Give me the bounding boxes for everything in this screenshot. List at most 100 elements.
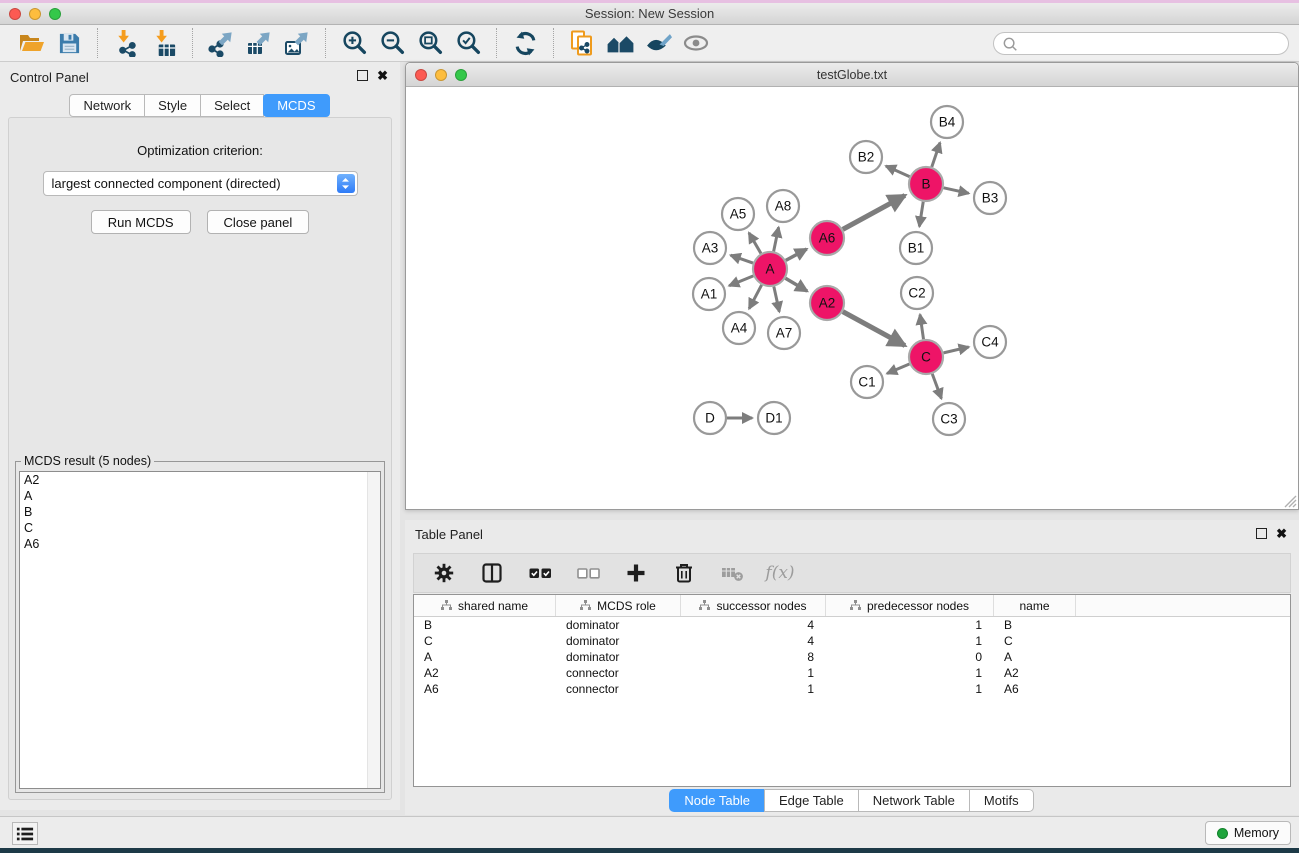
graph-node-A6[interactable]: A6: [810, 221, 844, 255]
mcds-result-item[interactable]: C: [20, 520, 380, 536]
table-row[interactable]: Cdominator41C: [414, 633, 1290, 649]
zoom-in-icon[interactable]: [337, 27, 371, 59]
hide-details-icon[interactable]: [641, 27, 675, 59]
graph-edge-A2-C[interactable]: [843, 312, 905, 346]
delete-row-icon[interactable]: [670, 559, 698, 587]
graph-edge-A-A6[interactable]: [786, 249, 807, 260]
table-tab-network-table[interactable]: Network Table: [858, 789, 970, 812]
graph-node-B2[interactable]: B2: [850, 141, 882, 173]
select-all-icon[interactable]: [526, 559, 554, 587]
column-header-successor-nodes[interactable]: successor nodes: [681, 595, 826, 616]
graph-node-A2[interactable]: A2: [810, 286, 844, 320]
network-window-titlebar[interactable]: testGlobe.txt: [406, 63, 1298, 87]
deselect-all-icon[interactable]: [574, 559, 602, 587]
export-table-icon[interactable]: [242, 27, 276, 59]
mcds-result-item[interactable]: A: [20, 488, 380, 504]
run-mcds-button[interactable]: Run MCDS: [91, 210, 191, 234]
float-panel-icon[interactable]: [357, 70, 368, 81]
graph-edge-B-B4[interactable]: [932, 143, 940, 167]
table-tab-motifs[interactable]: Motifs: [969, 789, 1034, 812]
graph-edge-A-A2[interactable]: [785, 278, 807, 291]
column-header-MCDS-role[interactable]: MCDS role: [556, 595, 681, 616]
refresh-icon[interactable]: [508, 27, 542, 59]
search-field[interactable]: [993, 32, 1289, 55]
node-table[interactable]: shared nameMCDS rolesuccessor nodesprede…: [413, 594, 1291, 787]
network-canvas[interactable]: B4 B2 B B3 A5 A8 A6 B1 A3 A A1 C2 A2 A4 A7 C4 C C1 D D1 C3: [406, 87, 1298, 509]
graph-node-D1[interactable]: D1: [758, 402, 790, 434]
tab-network[interactable]: Network: [69, 94, 145, 117]
graph-node-B1[interactable]: B1: [900, 232, 932, 264]
column-header-name[interactable]: name: [994, 595, 1076, 616]
graph-edge-C-C2[interactable]: [920, 315, 923, 340]
function-builder-icon[interactable]: f(x): [766, 559, 794, 587]
table-columns-icon[interactable]: [478, 559, 506, 587]
resize-grip[interactable]: [1284, 495, 1297, 508]
table-row[interactable]: Bdominator41B: [414, 617, 1290, 633]
zoom-selected-icon[interactable]: [451, 27, 485, 59]
graph-node-B3[interactable]: B3: [974, 182, 1006, 214]
memory-button[interactable]: Memory: [1205, 821, 1291, 845]
save-session-icon[interactable]: [52, 27, 86, 59]
table-row[interactable]: A6connector11A6: [414, 681, 1290, 697]
column-header-shared-name[interactable]: shared name: [414, 595, 556, 616]
graph-edge-A-A5[interactable]: [749, 233, 761, 254]
import-table-icon[interactable]: [147, 27, 181, 59]
export-image-icon[interactable]: [280, 27, 314, 59]
graph-edge-B-B3[interactable]: [944, 188, 969, 193]
graph-edge-C-C3[interactable]: [932, 374, 941, 399]
graph-edge-A-A8[interactable]: [774, 227, 779, 251]
table-tab-edge-table[interactable]: Edge Table: [764, 789, 859, 812]
graph-node-B[interactable]: B: [909, 167, 943, 201]
home-icon[interactable]: [603, 27, 637, 59]
graph-node-B4[interactable]: B4: [931, 106, 963, 138]
tab-mcds[interactable]: MCDS: [263, 94, 329, 117]
graph-edge-A-A4[interactable]: [749, 285, 761, 309]
criterion-dropdown[interactable]: largest connected component (directed): [43, 171, 358, 196]
mcds-result-item[interactable]: B: [20, 504, 380, 520]
add-row-icon[interactable]: [622, 559, 650, 587]
graph-edge-B-B2[interactable]: [886, 166, 910, 177]
graph-node-C4[interactable]: C4: [974, 326, 1006, 358]
graph-edge-A-A7[interactable]: [774, 287, 779, 312]
mcds-result-item[interactable]: A2: [20, 472, 380, 488]
graph-edge-A-A3[interactable]: [731, 255, 753, 263]
close-panel-button[interactable]: Close panel: [207, 210, 310, 234]
graph-edge-B-B1[interactable]: [919, 202, 923, 227]
graph-node-A3[interactable]: A3: [694, 232, 726, 264]
graph-edge-A-A1[interactable]: [729, 276, 753, 286]
mcds-list-scrollbar[interactable]: [367, 472, 380, 788]
open-file-icon[interactable]: [14, 27, 48, 59]
close-table-panel-icon[interactable]: ✖: [1276, 528, 1287, 539]
import-network-icon[interactable]: [109, 27, 143, 59]
graph-node-A[interactable]: A: [753, 252, 787, 286]
graph-node-A8[interactable]: A8: [767, 190, 799, 222]
export-network-icon[interactable]: [204, 27, 238, 59]
graph-edge-A6-B[interactable]: [843, 195, 905, 229]
graph-node-C[interactable]: C: [909, 340, 943, 374]
graph-node-C2[interactable]: C2: [901, 277, 933, 309]
graph-edge-C-C4[interactable]: [944, 347, 969, 353]
mcds-result-list[interactable]: A2ABCA6: [19, 471, 381, 789]
tab-style[interactable]: Style: [144, 94, 201, 117]
table-tab-node-table[interactable]: Node Table: [669, 789, 765, 812]
graph-node-A1[interactable]: A1: [693, 278, 725, 310]
mcds-result-item[interactable]: A6: [20, 536, 380, 552]
zoom-fit-icon[interactable]: [413, 27, 447, 59]
graph-node-D[interactable]: D: [694, 402, 726, 434]
graph-node-A5[interactable]: A5: [722, 198, 754, 230]
search-input[interactable]: [1019, 35, 1288, 53]
copy-network-icon[interactable]: [565, 27, 599, 59]
graph-edge-C-C1[interactable]: [887, 364, 909, 373]
table-settings-icon[interactable]: [430, 559, 458, 587]
table-row[interactable]: Adominator80A: [414, 649, 1290, 665]
zoom-out-icon[interactable]: [375, 27, 409, 59]
graph-node-C3[interactable]: C3: [933, 403, 965, 435]
tab-select[interactable]: Select: [200, 94, 264, 117]
graph-node-A7[interactable]: A7: [768, 317, 800, 349]
table-row[interactable]: A2connector11A2: [414, 665, 1290, 681]
task-history-icon[interactable]: [12, 822, 38, 845]
graph-node-A4[interactable]: A4: [723, 312, 755, 344]
delete-table-icon[interactable]: [718, 559, 746, 587]
show-details-icon[interactable]: [679, 27, 713, 59]
graph-node-C1[interactable]: C1: [851, 366, 883, 398]
